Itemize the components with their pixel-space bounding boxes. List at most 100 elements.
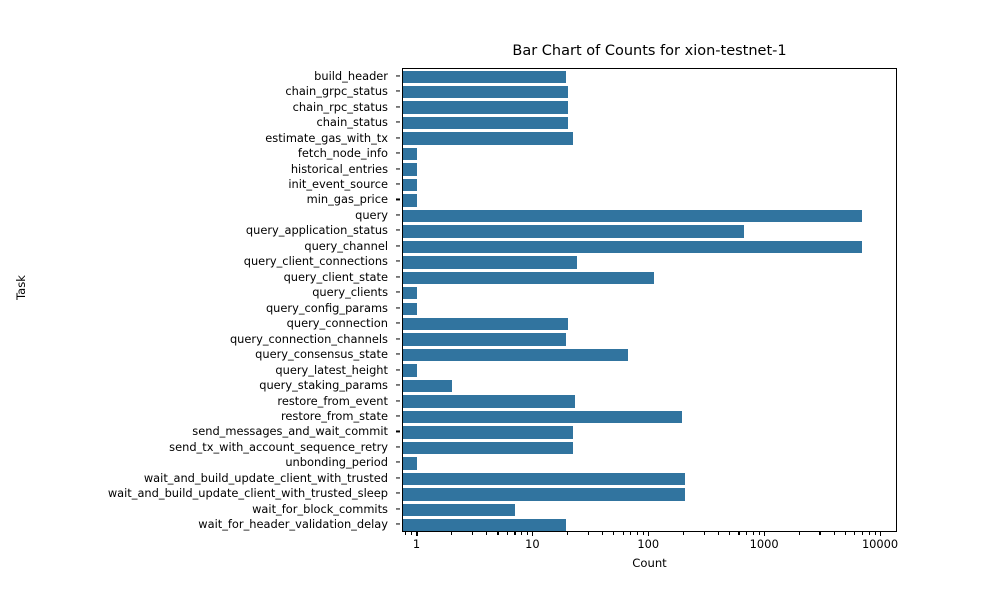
y-axis-tick-label: query_staking_params (259, 378, 388, 393)
x-axis-tick-mark (880, 532, 882, 537)
y-axis-tick-label: restore_from_event (277, 393, 388, 408)
bar (403, 472, 686, 486)
y-axis-tick-label: init_event_source (288, 177, 388, 191)
y-axis-tick-mark (396, 430, 400, 432)
bar (403, 503, 516, 516)
bar (403, 271, 655, 284)
x-axis-minor-tick-mark (637, 532, 639, 535)
x-axis-minor-tick-mark (862, 532, 864, 535)
y-axis-tick-label: send_tx_with_account_sequence_retry (169, 439, 388, 454)
bar (403, 318, 569, 331)
y-axis-tick-label: restore_from_state (280, 409, 388, 423)
x-axis-minor-tick-mark (521, 532, 523, 535)
bar (403, 364, 418, 377)
y-axis-tick-mark (396, 198, 400, 200)
bar (403, 488, 686, 501)
y-axis-tick-label: build_header (314, 68, 388, 83)
x-axis-title: Count (632, 556, 667, 570)
x-axis-minor-tick-mark (718, 532, 720, 535)
y-axis-tick-mark (396, 384, 400, 386)
x-axis-minor-tick-mark (622, 532, 624, 535)
bar (403, 410, 682, 424)
y-axis-tick-label: unbonding_period (285, 455, 388, 470)
y-axis-tick-label: query_connection_channels (229, 331, 388, 346)
bar-chart-figure: Bar Chart of Counts for xion-testnet-1 b… (0, 0, 994, 593)
x-axis-tick-label: 1000 (749, 537, 779, 551)
x-axis-minor-tick-mark (602, 532, 604, 535)
bar (403, 147, 418, 161)
y-axis-tick-label: send_messages_and_wait_commit (192, 424, 388, 439)
x-axis-tick-label: 10 (525, 537, 540, 551)
y-axis-tick-mark (396, 214, 400, 216)
bar (403, 457, 418, 470)
x-axis-tick-mark (416, 532, 418, 537)
y-axis-tick-label: chain_rpc_status (292, 99, 388, 114)
y-axis-tick-mark (396, 291, 400, 293)
y-axis-tick-label: estimate_gas_with_tx (265, 130, 388, 145)
x-axis-minor-tick-mark (411, 532, 413, 535)
y-axis-tick-mark (396, 399, 400, 402)
x-axis-tick-mark (532, 532, 534, 537)
y-axis-tick-label: query_application_status (245, 223, 388, 238)
y-axis-tick-mark (396, 121, 400, 123)
y-axis-tick-mark (396, 260, 400, 262)
x-axis-minor-tick-mark (683, 532, 685, 535)
bar (403, 194, 418, 207)
bars-layer (403, 69, 896, 531)
y-axis-tick-mark (396, 229, 400, 231)
x-axis-minor-tick-mark (758, 532, 760, 535)
y-axis-tick-mark (396, 106, 400, 108)
x-axis-tick-mark (648, 532, 650, 537)
bar (403, 519, 566, 531)
y-axis-tick-label: query_connection (286, 316, 388, 331)
bar (403, 116, 569, 130)
y-axis-tick-label: query (355, 207, 388, 222)
y-axis-tick-mark (396, 75, 400, 77)
x-axis-minor-tick-mark (703, 532, 705, 535)
y-axis-tick-label: query_consensus_state (255, 347, 388, 362)
x-axis-minor-tick-mark (746, 532, 748, 535)
x-axis-minor-tick-mark (613, 532, 615, 535)
y-axis-tick-mark (396, 137, 400, 139)
y-axis-tick-label: query_channel (304, 238, 388, 253)
bar (403, 441, 574, 455)
y-axis-tick-label: chain_grpc_status (285, 84, 388, 99)
y-axis-tick-mark (396, 307, 400, 309)
x-axis-tick-label: 10000 (861, 537, 899, 551)
y-axis-tick-label: query_client_state (283, 269, 388, 284)
y-axis-tick-mark (396, 183, 400, 185)
x-axis-minor-tick-mark (738, 532, 740, 535)
x-axis-minor-tick-mark (845, 532, 847, 535)
y-axis-tick-label: chain_status (316, 115, 388, 130)
chart-title: Bar Chart of Counts for xion-testnet-1 (512, 43, 787, 59)
y-axis-tick-mark (396, 477, 400, 479)
y-axis-tick-label: query_client_connections (243, 254, 388, 269)
x-axis-minor-tick-mark (642, 532, 645, 535)
x-axis-minor-tick-mark (514, 532, 516, 535)
bar (403, 256, 578, 269)
bar (403, 163, 418, 176)
x-axis-tick-mark (764, 532, 766, 537)
x-axis-minor-tick-mark (471, 532, 473, 535)
x-axis-minor-tick-mark (567, 532, 569, 535)
x-axis-minor-tick-mark (630, 532, 632, 535)
x-axis-minor-tick-mark (506, 532, 508, 535)
y-axis-tick-label: historical_entries (290, 161, 388, 176)
bar (403, 70, 566, 83)
y-axis-tick-label: min_gas_price (306, 192, 388, 207)
y-axis-tick-mark (396, 446, 400, 448)
x-axis-minor-tick-mark (854, 532, 856, 535)
x-axis-minor-tick-mark (752, 532, 755, 535)
y-axis-tick-label: query_clients (312, 285, 388, 300)
bar (403, 348, 628, 362)
y-axis-tick-label: wait_for_block_commits (252, 501, 388, 516)
bar (403, 101, 569, 114)
y-axis-tick-label: wait_and_build_update_client_with_truste… (143, 470, 388, 485)
bar (403, 86, 569, 99)
x-axis-minor-tick-mark (874, 532, 876, 535)
y-axis-tick-mark (396, 322, 400, 324)
y-axis-tick-mark (396, 523, 400, 525)
y-axis-tick-label: query_config_params (265, 300, 388, 315)
y-axis-tick-mark (396, 508, 400, 510)
x-axis-minor-tick-mark (868, 532, 870, 535)
